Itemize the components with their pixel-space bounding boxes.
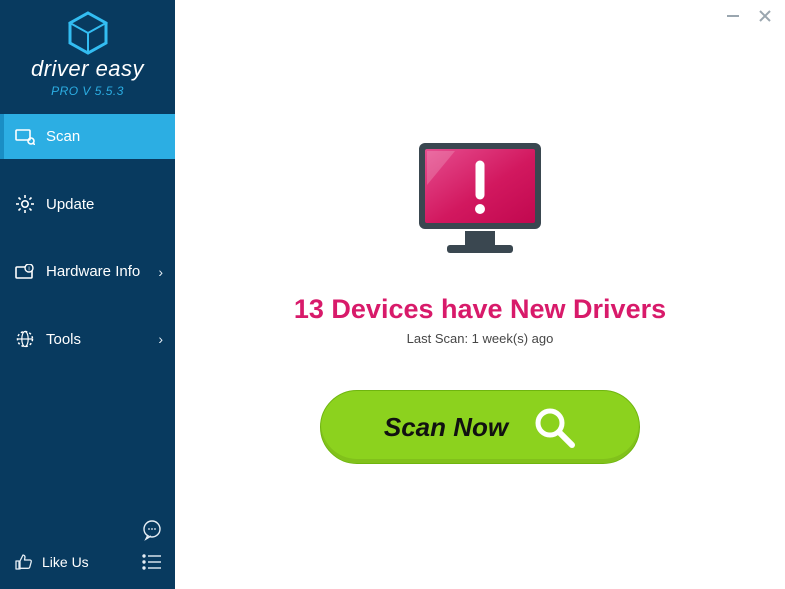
sidebar-item-label: Tools [46, 331, 81, 348]
like-us-label: Like Us [42, 554, 89, 570]
sidebar-item-tools[interactable]: Tools › [0, 316, 175, 362]
brand-block: driver easy PRO V 5.5.3 [0, 0, 175, 106]
thumbs-up-icon [12, 551, 34, 573]
search-icon [532, 405, 576, 449]
sidebar-bottom: Like Us [0, 507, 175, 589]
main-pane: 13 Devices have New Drivers Last Scan: 1… [175, 0, 785, 589]
brand-name: driver easy [0, 56, 175, 82]
headline-text: 13 Devices have New Drivers [294, 294, 666, 325]
sidebar-item-scan[interactable]: Scan [0, 114, 175, 159]
globe-icon [14, 330, 36, 348]
hardware-icon: i [14, 264, 36, 280]
svg-text:i: i [28, 266, 29, 272]
minimize-button[interactable] [723, 6, 743, 26]
sidebar-item-label: Hardware Info [46, 263, 140, 280]
window-controls [723, 6, 775, 26]
brand-version: PRO V 5.5.3 [0, 84, 175, 98]
chevron-right-icon: › [158, 331, 163, 347]
sidebar-item-label: Update [46, 196, 94, 213]
chevron-right-icon: › [158, 264, 163, 280]
sidebar-item-hardware-info[interactable]: i Hardware Info › [0, 249, 175, 294]
main-content: 13 Devices have New Drivers Last Scan: 1… [175, 0, 785, 589]
gear-icon [14, 195, 36, 213]
sidebar: driver easy PRO V 5.5.3 Scan Update [0, 0, 175, 589]
feedback-icon[interactable] [141, 519, 163, 541]
sidebar-item-label: Scan [46, 128, 80, 145]
alert-monitor-icon [405, 135, 555, 270]
scan-now-button[interactable]: Scan Now [320, 390, 640, 464]
brand-logo-icon [0, 10, 175, 56]
menu-list-icon[interactable] [141, 551, 163, 573]
close-button[interactable] [755, 6, 775, 26]
scan-now-label: Scan Now [384, 412, 508, 443]
like-us-button[interactable]: Like Us [12, 551, 89, 573]
scan-icon [14, 129, 36, 145]
app-window: driver easy PRO V 5.5.3 Scan Update [0, 0, 785, 589]
sidebar-nav: Scan Update i Hardware Info › [0, 114, 175, 362]
sidebar-item-update[interactable]: Update [0, 181, 175, 227]
last-scan-text: Last Scan: 1 week(s) ago [407, 331, 554, 346]
